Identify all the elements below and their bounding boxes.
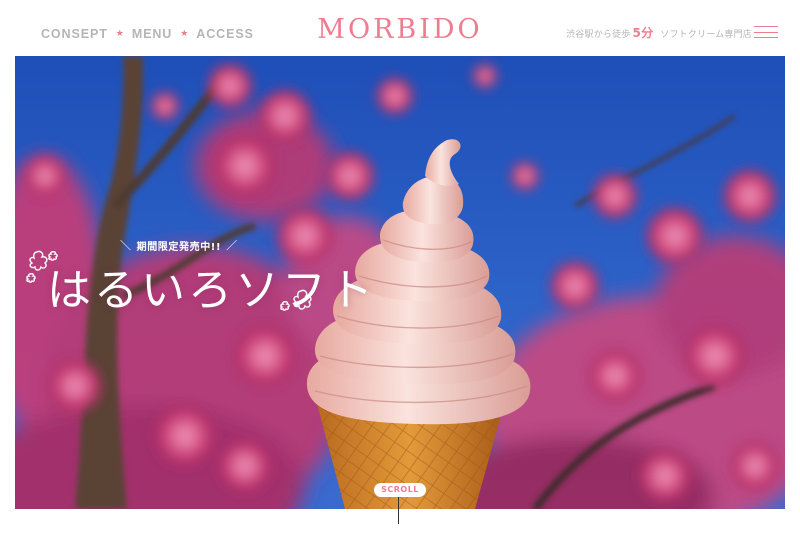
header-tagline: 渋谷駅から徒歩 5分 ソフトクリーム専門店 [566, 24, 752, 41]
hamburger-bar [754, 37, 778, 39]
hero-visual: ＼ 期間限定発売中!! ／ はるいろソフト [15, 56, 785, 509]
limited-text: 期間限定発売中!! [136, 241, 222, 253]
hamburger-bar [754, 31, 778, 33]
hero-copy: ＼ 期間限定発売中!! ／ はるいろソフト [15, 236, 373, 316]
tagline-shop-type: ソフトクリーム専門店 [660, 30, 752, 40]
hamburger-icon[interactable] [754, 26, 778, 39]
scroll-line [398, 497, 400, 524]
slash-left: ＼ [120, 239, 132, 252]
scroll-indicator[interactable]: SCROLL [374, 483, 426, 497]
flower-outline-icon [280, 289, 312, 311]
tagline-prefix: 渋谷駅から徒歩 [566, 30, 631, 40]
slash-right: ／ [226, 239, 238, 252]
site-header: CONSEPT ★ MENU ★ ACCESS MORBIDO 渋谷駅から徒歩 … [0, 0, 800, 56]
limited-time-label: ＼ 期間限定発売中!! ／ [115, 237, 243, 253]
hamburger-bar [754, 26, 778, 28]
hero-title: はるいろソフト [47, 265, 376, 316]
tagline-walk-minutes: 5分 [632, 26, 654, 40]
